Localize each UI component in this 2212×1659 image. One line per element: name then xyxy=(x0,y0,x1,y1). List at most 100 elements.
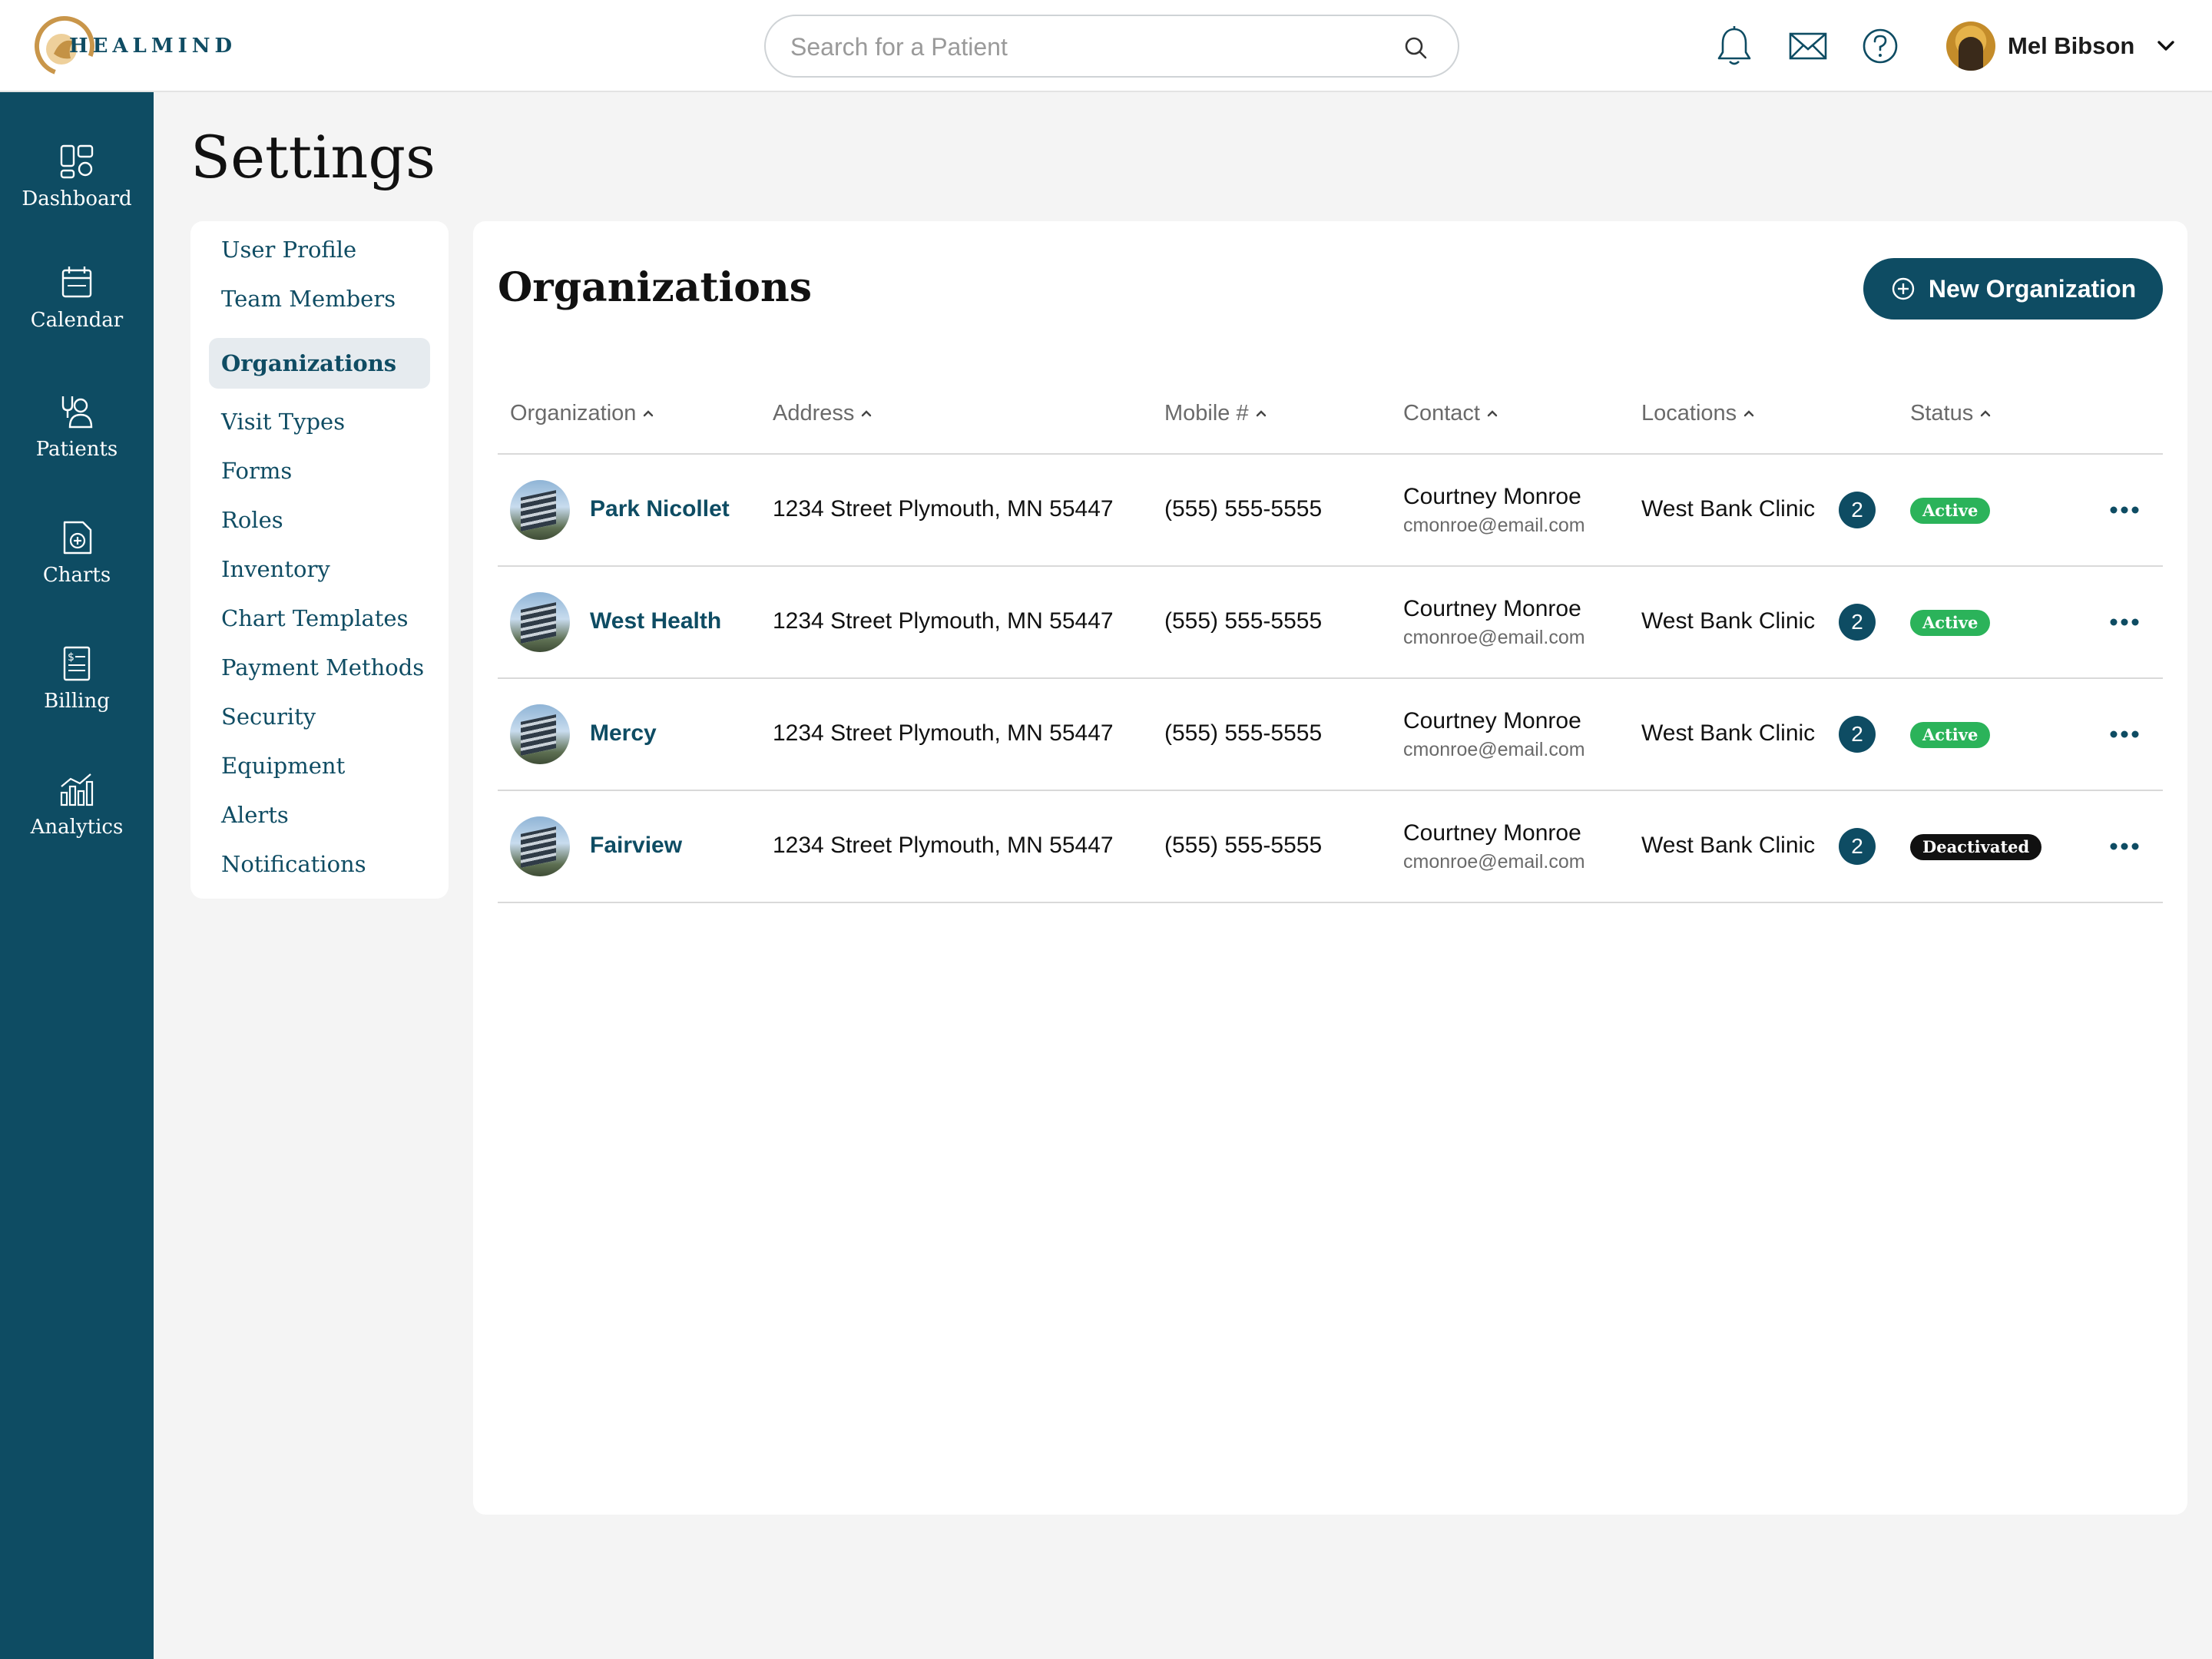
column-header-status[interactable]: Status xyxy=(1910,398,1993,429)
user-menu[interactable]: Mel Bibson xyxy=(1946,20,2177,72)
column-header-contact[interactable]: Contact xyxy=(1403,398,1500,429)
column-label: Status xyxy=(1910,400,1974,426)
healmind-logo[interactable]: HEALMIND xyxy=(32,14,237,78)
column-label: Mobile # xyxy=(1164,400,1249,426)
organization-thumbnail xyxy=(510,480,570,540)
billing-icon: $ xyxy=(63,646,91,681)
more-options-icon[interactable] xyxy=(2106,836,2143,857)
location-count-badge[interactable]: 2 xyxy=(1839,828,1876,865)
sort-up-icon xyxy=(1981,410,1991,417)
sort-up-icon xyxy=(1743,410,1754,417)
address-cell: 1234 Street Plymouth, MN 55447 xyxy=(773,608,1114,634)
contact-email: cmonroe@email.com xyxy=(1403,851,1585,873)
status-badge: Deactivated xyxy=(1910,834,2042,860)
organization-thumbnail xyxy=(510,704,570,764)
location-count-badge[interactable]: 2 xyxy=(1839,716,1876,753)
sidebar-item-patients[interactable]: Patients xyxy=(0,392,154,461)
organization-thumbnail xyxy=(510,816,570,876)
top-bar: HEALMIND Mel Bibson xyxy=(0,0,2212,92)
calendar-icon xyxy=(61,267,92,298)
settings-item-payment-methods[interactable]: Payment Methods xyxy=(209,642,430,693)
organization-thumbnail xyxy=(510,592,570,652)
chevron-down-icon[interactable] xyxy=(2154,35,2177,58)
column-header-address[interactable]: Address xyxy=(773,398,874,429)
bell-icon[interactable] xyxy=(1714,25,1754,68)
settings-item-visit-types[interactable]: Visit Types xyxy=(209,396,430,447)
settings-item-equipment[interactable]: Equipment xyxy=(209,740,430,791)
help-icon[interactable] xyxy=(1860,25,1900,68)
column-header-mobile[interactable]: Mobile # xyxy=(1164,398,1269,429)
column-label: Locations xyxy=(1641,400,1737,426)
contact-name: Courtney Monroe xyxy=(1403,596,1581,621)
more-options-icon[interactable] xyxy=(2106,724,2143,745)
settings-item-organizations[interactable]: Organizations xyxy=(209,338,430,389)
new-organization-label: New Organization xyxy=(1928,274,2137,303)
sidebar-item-calendar[interactable]: Calendar xyxy=(0,263,154,332)
column-header-locations[interactable]: Locations xyxy=(1641,398,1757,429)
logo-text: HEALMIND xyxy=(69,35,237,58)
patient-search[interactable] xyxy=(764,15,1459,78)
search-input[interactable] xyxy=(790,28,1374,65)
sort-up-icon xyxy=(862,410,872,417)
mobile-cell: (555) 555-5555 xyxy=(1164,833,1323,858)
contact-name: Courtney Monroe xyxy=(1403,708,1581,733)
avatar xyxy=(1946,22,1995,71)
settings-item-forms[interactable]: Forms xyxy=(209,445,430,496)
mobile-cell: (555) 555-5555 xyxy=(1164,496,1323,522)
organization-name-link[interactable]: West Health xyxy=(590,608,721,634)
organization-name-link[interactable]: Mercy xyxy=(590,720,657,747)
address-cell: 1234 Street Plymouth, MN 55447 xyxy=(773,496,1114,522)
sidebar-item-dashboard[interactable]: Dashboard xyxy=(0,141,154,210)
mail-icon[interactable] xyxy=(1788,25,1828,68)
new-organization-button[interactable]: New Organization xyxy=(1863,258,2163,320)
address-cell: 1234 Street Plymouth, MN 55447 xyxy=(773,720,1114,746)
contact-email: cmonroe@email.com xyxy=(1403,627,1585,648)
table-row[interactable]: Park Nicollet 1234 Street Plymouth, MN 5… xyxy=(498,455,2163,565)
settings-menu: User Profile Team Members Organizations … xyxy=(190,221,449,899)
contact-email: cmonroe@email.com xyxy=(1403,515,1585,536)
settings-item-security[interactable]: Security xyxy=(209,691,430,742)
sidebar-item-billing[interactable]: $ Billing xyxy=(0,644,154,713)
settings-item-notifications[interactable]: Notifications xyxy=(209,839,430,889)
organization-name-link[interactable]: Park Nicollet xyxy=(590,496,730,522)
sidebar-item-label: Patients xyxy=(35,438,118,461)
user-name: Mel Bibson xyxy=(2008,32,2135,59)
sort-up-icon xyxy=(644,410,654,417)
more-options-icon[interactable] xyxy=(2106,499,2143,521)
mobile-cell: (555) 555-5555 xyxy=(1164,720,1323,746)
settings-item-user-profile[interactable]: User Profile xyxy=(209,224,430,275)
contact-email: cmonroe@email.com xyxy=(1403,739,1585,760)
location-count-badge[interactable]: 2 xyxy=(1839,492,1876,528)
plus-circle-icon xyxy=(1892,277,1915,300)
sidebar-item-analytics[interactable]: Analytics xyxy=(0,770,154,839)
location-count-badge[interactable]: 2 xyxy=(1839,604,1876,641)
search-icon[interactable] xyxy=(1402,35,1429,61)
dashboard-icon xyxy=(60,144,94,179)
column-label: Address xyxy=(773,400,855,426)
analytics-icon xyxy=(60,773,94,806)
table-row[interactable]: Mercy 1234 Street Plymouth, MN 55447 (55… xyxy=(498,679,2163,790)
contact-name: Courtney Monroe xyxy=(1403,484,1581,509)
sidebar-item-charts[interactable]: Charts xyxy=(0,518,154,587)
contact-name: Courtney Monroe xyxy=(1403,820,1581,846)
location-name: West Bank Clinic xyxy=(1641,833,1816,858)
more-options-icon[interactable] xyxy=(2106,611,2143,633)
column-header-organization[interactable]: Organization xyxy=(510,398,656,429)
settings-item-inventory[interactable]: Inventory xyxy=(209,544,430,594)
table-row[interactable]: Fairview 1234 Street Plymouth, MN 55447 … xyxy=(498,791,2163,902)
page-title: Settings xyxy=(190,123,436,191)
settings-item-alerts[interactable]: Alerts xyxy=(209,790,430,840)
location-name: West Bank Clinic xyxy=(1641,720,1816,746)
main-sidebar: Dashboard Calendar Patients Charts $ Bil… xyxy=(0,92,154,1659)
settings-item-team-members[interactable]: Team Members xyxy=(209,273,430,324)
column-label: Organization xyxy=(510,400,637,426)
organization-name-link[interactable]: Fairview xyxy=(590,833,682,859)
settings-item-chart-templates[interactable]: Chart Templates xyxy=(209,593,430,644)
sort-up-icon xyxy=(1487,410,1498,417)
sidebar-item-label: Dashboard xyxy=(22,187,132,210)
organizations-title: Organizations xyxy=(498,264,813,311)
settings-item-roles[interactable]: Roles xyxy=(209,495,430,545)
location-name: West Bank Clinic xyxy=(1641,496,1816,522)
table-row[interactable]: West Health 1234 Street Plymouth, MN 554… xyxy=(498,567,2163,677)
svg-text:$: $ xyxy=(68,651,75,664)
